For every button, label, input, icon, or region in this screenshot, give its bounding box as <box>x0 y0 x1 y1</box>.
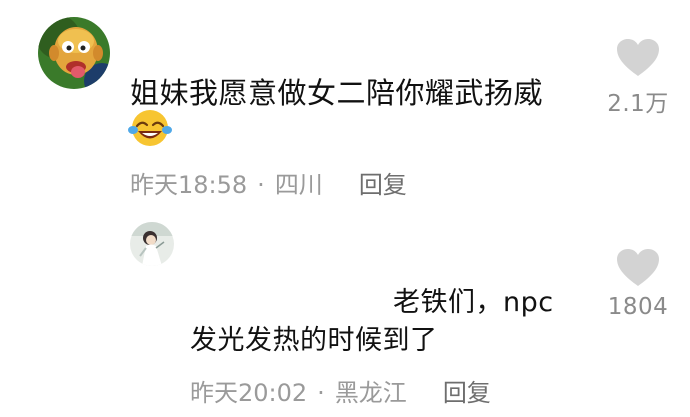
comment-2-location: 黑龙江 <box>334 379 407 407</box>
heart-icon <box>617 39 659 76</box>
comment-2-text-line2: 发光发热的时候到了 <box>190 325 438 356</box>
meta-separator: · <box>257 171 265 199</box>
meta-separator: · <box>317 379 325 407</box>
comment-1-location: 四川 <box>274 171 323 199</box>
comment-1-avatar[interactable] <box>38 17 110 89</box>
comment-1-like-button[interactable]: 2.1万 <box>598 38 678 118</box>
comment-2-time: 昨天20:02 <box>190 379 308 407</box>
comment-2-text-line1: 老铁们，npc <box>393 287 554 318</box>
comment-1-time: 昨天18:58 <box>130 171 248 199</box>
comment-2-avatar[interactable] <box>130 222 174 266</box>
comment-1-meta: 昨天18:58 · 四川 回复 <box>130 165 407 200</box>
comment-1-reply-button[interactable]: 回复 <box>359 165 407 200</box>
comment-1-text: 姐妹我愿意做女二陪你耀武扬威 <box>130 76 544 110</box>
laughing-tears-emoji <box>128 108 172 148</box>
comment-2-like-button[interactable]: 1804 <box>598 248 678 320</box>
comment-2-meta: 昨天20:02 · 黑龙江 回复 <box>190 373 491 408</box>
comment-2-reply-button[interactable]: 回复 <box>443 373 491 408</box>
comment-1-like-count: 2.1万 <box>607 91 669 117</box>
comment-2-like-count: 1804 <box>607 294 669 320</box>
heart-icon <box>617 249 659 286</box>
